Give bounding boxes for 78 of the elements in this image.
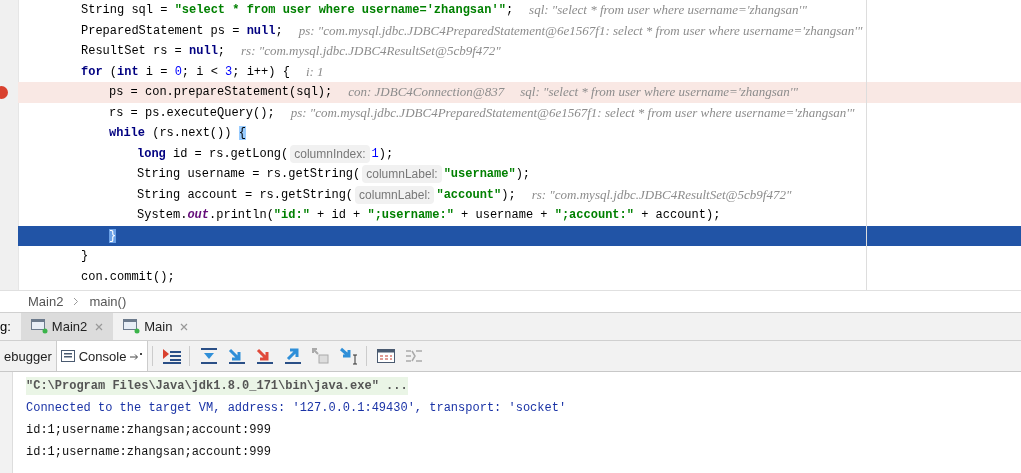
code-text: ; i < (181, 64, 219, 79)
code-text: + username + (460, 208, 549, 223)
code-text: rs = ps.executeQuery(); (109, 105, 275, 120)
code-text: System. (137, 208, 188, 223)
run-to-cursor-icon[interactable] (339, 347, 360, 365)
calculator-icon[interactable] (376, 347, 397, 365)
code-text: (rs.next()) (151, 126, 233, 141)
code-text: ; (217, 44, 226, 59)
debug-value: con: JDBC4Connection@837 (348, 84, 505, 101)
code-keyword: int (117, 64, 139, 79)
window-icon (123, 319, 141, 334)
tool-tab[interactable]: Console (56, 341, 149, 371)
code-text: String username = rs.getString( (137, 167, 361, 182)
run-tab[interactable]: Main (113, 313, 199, 340)
code-text: .println( (209, 208, 274, 223)
code-number: 1 (371, 146, 379, 161)
debug-value: sql: "select * from user where username='zhangsan'" (520, 84, 799, 101)
debug-value: sql: "select * from user where username='zhangsan'" (529, 2, 807, 19)
code-string: "account" (436, 187, 502, 202)
code-text: ; (505, 3, 514, 18)
step-out-icon[interactable] (283, 347, 304, 365)
code-text: ); (378, 146, 394, 161)
step-over-icon[interactable] (199, 347, 220, 365)
debug-value: rs: "com.mysql.jdbc.JDBC4ResultSet@5cb9f472" (241, 43, 501, 60)
code-text: ResultSet rs = (81, 44, 183, 59)
code-string: "id:" (273, 208, 310, 223)
code-keyword: null (189, 44, 218, 59)
panel-label: g: (0, 318, 12, 336)
show-execution-point-icon[interactable] (162, 347, 183, 365)
code-keyword: while (109, 126, 145, 141)
pin-arrow-icon[interactable] (130, 351, 144, 361)
code-text: id = rs.getLong( (172, 146, 289, 161)
code-brace: { (238, 126, 246, 141)
tool-tab[interactable]: ebugger (0, 341, 57, 371)
debug-value: rs: "com.mysql.jdbc.JDBC4ResultSet@5cb9f472" (531, 186, 792, 203)
breadcrumb[interactable]: main() (89, 294, 127, 309)
code-string: ";username:" (367, 208, 454, 223)
parameter-hint: columnIndex: (290, 144, 370, 163)
code-text: i = (144, 64, 169, 79)
console-icon (60, 350, 75, 362)
step-into-icon[interactable] (227, 347, 248, 365)
code-text: con.commit(); (81, 269, 175, 284)
code-text: ( (108, 64, 117, 79)
code-text: ; i++) { (232, 64, 290, 79)
code-keyword: null (246, 23, 276, 38)
code-number: 0 (174, 64, 182, 79)
code-text: String account = rs.getString( (137, 187, 354, 202)
code-text: PreparedStatement ps = (81, 23, 241, 38)
force-step-into-icon[interactable] (255, 347, 276, 365)
code-text: + id + (316, 208, 362, 223)
console-message: Connected to the target VM, address: '127.0.0.1:49430', transport: 'socket' (26, 401, 567, 415)
code-text: String sql = (81, 3, 169, 18)
console-output: id:1;username:zhangsan;account:999 (26, 445, 271, 459)
console-output: id:1;username:zhangsan;account:999 (26, 423, 271, 437)
code-text: ; (275, 23, 283, 38)
code-text: ); (501, 187, 516, 202)
code-text: } (81, 249, 89, 264)
debug-value: ps: "com.mysql.jdbc.JDBC4PreparedStatement@6e1567f1: select * from user where username='zhangsan'" (298, 22, 863, 39)
code-keyword: for (81, 64, 103, 79)
window-icon (30, 319, 48, 334)
code-number: 3 (225, 64, 233, 79)
parameter-hint: columnLabel: (355, 185, 435, 204)
code-keyword: long (137, 146, 166, 161)
close-icon[interactable] (180, 322, 189, 331)
code-string: ";account:" (554, 208, 634, 223)
code-brace: } (109, 228, 117, 243)
debug-value: ps: "com.mysql.jdbc.JDBC4PreparedStatement@6e1567f1: select * from user where username='zhangsan'" (290, 104, 855, 121)
console-command: "C:\Program Files\Java\jdk1.8.0_171\bin\java.exe" ... (26, 377, 408, 395)
breadcrumb[interactable]: Main2 (28, 294, 64, 309)
code-field: out (187, 208, 210, 223)
code-text: + account); (640, 208, 721, 223)
code-string: "select * from user where username='zhangsan'" (174, 3, 506, 18)
code-text: ); (515, 167, 531, 182)
debug-value: i: 1 (305, 63, 324, 80)
run-tab[interactable]: Main2 (20, 313, 114, 340)
code-text: ps = con.prepareStatement(sql); (109, 85, 333, 100)
parameter-hint: columnLabel: (362, 165, 442, 184)
code-string: "username" (443, 167, 516, 182)
